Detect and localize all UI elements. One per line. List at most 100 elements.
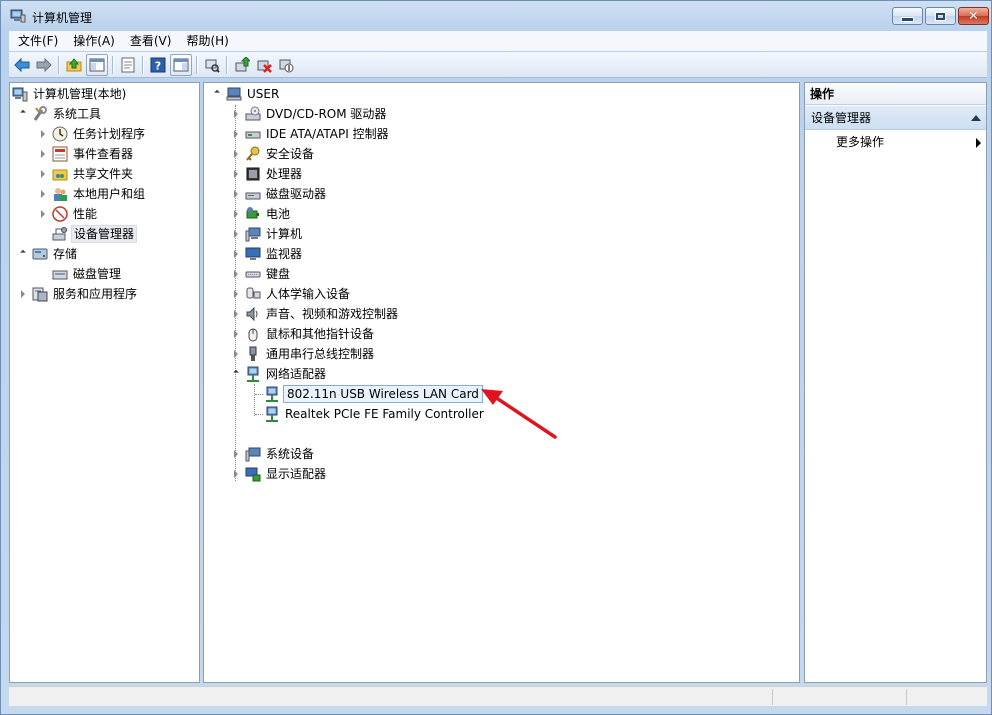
tree-item-storage[interactable]: 存储 <box>18 244 79 264</box>
menu-help[interactable]: 帮助(H) <box>180 32 234 50</box>
maximize-icon <box>935 11 946 21</box>
collapse-up-icon[interactable] <box>971 115 981 121</box>
device-category[interactable]: 声音、视频和游戏控制器 <box>231 304 400 324</box>
tree-label: 处理器 <box>266 167 303 181</box>
tree-item-services-apps[interactable]: 服务和应用程序 <box>18 284 139 304</box>
title-bar[interactable]: 计算机管理 ✕ <box>1 1 991 31</box>
expand-arrow-icon[interactable] <box>231 349 241 359</box>
scan-hardware-button[interactable] <box>201 54 223 76</box>
expand-arrow-icon[interactable] <box>231 149 241 159</box>
submenu-arrow-icon[interactable] <box>976 138 981 148</box>
expand-arrow-icon[interactable] <box>38 189 48 199</box>
menu-bar: 文件(F) 操作(A) 查看(V) 帮助(H) <box>9 31 987 51</box>
update-driver-button[interactable] <box>231 54 253 76</box>
tree-item-task-scheduler[interactable]: 任务计划程序 <box>38 124 147 144</box>
tree-label: DVD/CD-ROM 驱动器 <box>266 107 387 121</box>
actions-section-device-manager[interactable]: 设备管理器 <box>805 106 986 130</box>
toolbar: ? <box>9 52 987 78</box>
device-category[interactable]: 通用串行总线控制器 <box>231 344 376 364</box>
expand-arrow-icon[interactable] <box>231 469 241 479</box>
tree-item-event-viewer[interactable]: 事件查看器 <box>38 144 135 164</box>
expand-arrow-icon[interactable] <box>18 289 28 299</box>
menu-file[interactable]: 文件(F) <box>12 32 64 50</box>
expand-arrow-icon[interactable] <box>231 229 241 239</box>
show-hide-tree-button[interactable] <box>86 53 108 76</box>
ide-controller-icon <box>245 126 261 142</box>
minimize-button[interactable] <box>892 7 923 25</box>
toolbar-separator <box>112 55 114 74</box>
device-category[interactable]: 显示适配器 <box>231 464 328 484</box>
up-folder-icon <box>66 57 82 71</box>
maximize-button[interactable] <box>925 7 956 25</box>
tree-label: 802.11n USB Wireless LAN Card <box>283 385 483 403</box>
more-actions-item[interactable]: 更多操作 <box>836 133 884 151</box>
device-category[interactable]: DVD/CD-ROM 驱动器 <box>231 104 388 124</box>
up-level-button[interactable] <box>63 54 85 76</box>
show-hide-action-pane-button[interactable] <box>170 53 192 76</box>
tree-item-disk-management[interactable]: 磁盘管理 <box>52 264 123 284</box>
expand-arrow-icon[interactable] <box>231 449 241 459</box>
tree-item-shared-folders[interactable]: 共享文件夹 <box>38 164 135 184</box>
collapse-arrow-icon[interactable] <box>18 109 28 119</box>
uninstall-button[interactable] <box>253 54 275 76</box>
device-root[interactable]: USER <box>212 84 281 104</box>
back-icon <box>14 57 30 72</box>
expand-arrow-icon[interactable] <box>231 109 241 119</box>
network-device-wireless[interactable]: 802.11n USB Wireless LAN Card <box>264 384 483 404</box>
tree-item-root[interactable]: 计算机管理(本地) <box>12 84 128 104</box>
expand-arrow-icon[interactable] <box>38 129 48 139</box>
scan-hardware-icon <box>205 59 220 73</box>
device-category[interactable]: 键盘 <box>231 264 292 284</box>
device-category[interactable]: IDE ATA/ATAPI 控制器 <box>231 124 391 144</box>
network-adapter-icon <box>245 366 261 382</box>
expand-arrow-icon[interactable] <box>231 249 241 259</box>
device-category[interactable]: 电池 <box>231 204 292 224</box>
toolbar-separator <box>142 55 144 74</box>
expand-arrow-icon[interactable] <box>231 209 241 219</box>
tree-item-performance[interactable]: 性能 <box>38 204 99 224</box>
computer-management-icon <box>10 9 26 23</box>
collapse-arrow-icon[interactable] <box>18 249 28 259</box>
device-category[interactable]: 人体学输入设备 <box>231 284 352 304</box>
device-category[interactable]: 鼠标和其他指针设备 <box>231 324 376 344</box>
expand-arrow-icon[interactable] <box>231 309 241 319</box>
shared-folder-icon <box>52 166 68 182</box>
device-category[interactable]: 处理器 <box>231 164 304 184</box>
close-button[interactable]: ✕ <box>958 7 989 25</box>
device-tree-pane[interactable]: USER DVD/CD-ROM 驱动器 IDE ATA/ATAPI 控制器 安全… <box>203 82 800 683</box>
show-hide-action-pane-icon <box>173 58 189 71</box>
device-category[interactable]: 安全设备 <box>231 144 316 164</box>
expand-arrow-icon[interactable] <box>231 329 241 339</box>
device-category[interactable]: 计算机 <box>231 224 304 244</box>
disable-device-button[interactable] <box>275 54 297 76</box>
menu-view[interactable]: 查看(V) <box>124 32 178 50</box>
collapse-arrow-icon[interactable] <box>231 369 241 379</box>
help-button[interactable]: ? <box>147 54 169 76</box>
properties-button[interactable] <box>117 54 139 76</box>
expand-arrow-icon[interactable] <box>231 169 241 179</box>
expand-arrow-icon[interactable] <box>231 189 241 199</box>
expand-arrow-icon[interactable] <box>231 269 241 279</box>
device-category[interactable]: 系统设备 <box>231 444 316 464</box>
expand-arrow-icon[interactable] <box>231 129 241 139</box>
status-divider <box>772 689 773 705</box>
tree-item-device-manager[interactable]: 设备管理器 <box>52 224 138 244</box>
expand-arrow-icon[interactable] <box>38 209 48 219</box>
expand-arrow-icon[interactable] <box>38 149 48 159</box>
forward-button[interactable] <box>33 54 55 76</box>
tree-label: 本地用户和组 <box>73 187 146 201</box>
tree-item-local-users[interactable]: 本地用户和组 <box>38 184 147 204</box>
back-button[interactable] <box>11 54 33 76</box>
expand-arrow-icon[interactable] <box>231 289 241 299</box>
menu-action[interactable]: 操作(A) <box>67 32 121 50</box>
expand-arrow-icon[interactable] <box>38 169 48 179</box>
tree-item-system-tools[interactable]: 系统工具 <box>18 104 103 124</box>
console-tree-pane[interactable]: 计算机管理(本地) 系统工具 任务计划程序 事件查看器 共享文件夹 本地用户和组 <box>9 82 200 683</box>
device-category[interactable]: 监视器 <box>231 244 304 264</box>
keyboard-icon <box>245 266 261 282</box>
device-category[interactable]: 磁盘驱动器 <box>231 184 328 204</box>
device-category-network[interactable]: 网络适配器 <box>231 364 328 384</box>
network-device-ethernet[interactable]: Realtek PCIe FE Family Controller <box>264 404 486 424</box>
tree-label: 存储 <box>53 247 78 261</box>
collapse-arrow-icon[interactable] <box>212 89 222 99</box>
